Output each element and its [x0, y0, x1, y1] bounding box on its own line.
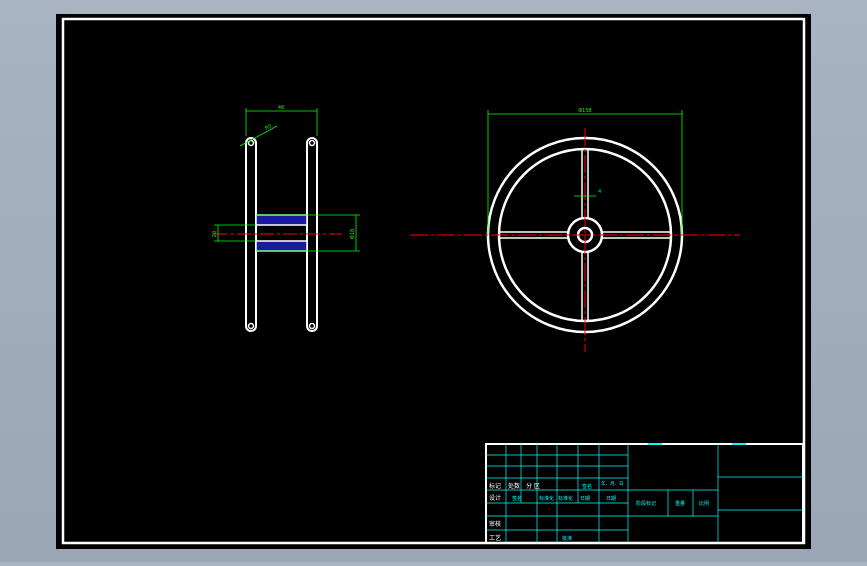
tb-design-std1: 标准化 [539, 495, 554, 502]
tb-design-date1: 日期 [580, 496, 590, 502]
tb-process: 工艺 [489, 534, 501, 542]
cad-viewport[interactable]: 48 R5 Φ18 20 Φ158 4 标记 处数 分 区 签名 年、月、日 设… [0, 0, 867, 562]
tb-design-date2: 日期 [606, 496, 616, 502]
tb-review: 审核 [489, 520, 501, 528]
side-hub-upper [255, 214, 308, 226]
dim-front-outer-diameter: Φ158 [578, 108, 591, 114]
tb-header-date: 年、月、日 [601, 480, 624, 487]
tb-design-label: 设计 [489, 494, 501, 502]
tb-design-sign: 签名 [512, 495, 522, 502]
tb-header-sign: 签名 [582, 483, 592, 490]
dim-side-hub-diameter: Φ18 [350, 229, 356, 239]
tb-header-count: 处数 [508, 482, 520, 490]
tb-weight: 重量 [675, 500, 685, 507]
tb-approve: 批准 [562, 535, 572, 542]
dim-side-hub-width: 20 [212, 231, 218, 237]
dim-front-spoke: 4 [598, 189, 601, 195]
tb-scale: 比例 [699, 500, 709, 507]
side-hub-lower [255, 240, 308, 252]
drawing-area [56, 14, 811, 549]
tb-header-zone: 分 区 [526, 482, 540, 490]
tb-header-mark: 标记 [489, 482, 501, 490]
dim-side-width: 48 [278, 105, 284, 111]
tb-stage-mark: 阶段标记 [636, 500, 656, 507]
drawing-canvas[interactable]: 48 R5 Φ18 20 Φ158 4 标记 处数 分 区 签名 年、月、日 设… [0, 0, 867, 562]
tb-design-std2: 标准化 [558, 495, 573, 502]
